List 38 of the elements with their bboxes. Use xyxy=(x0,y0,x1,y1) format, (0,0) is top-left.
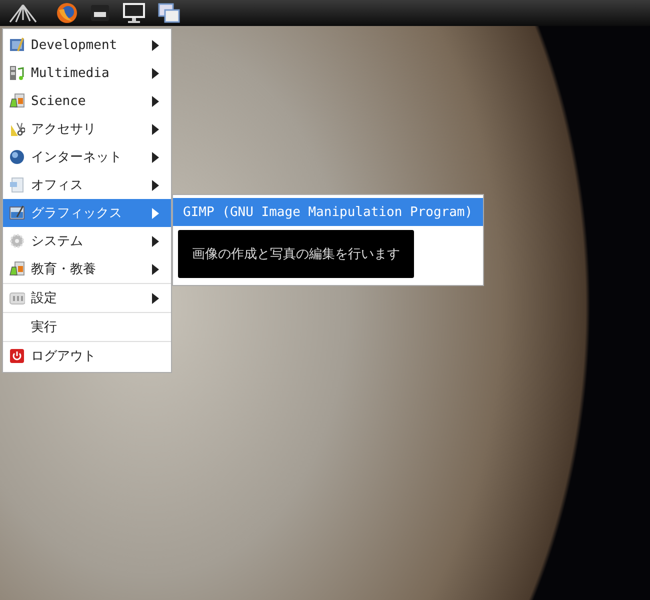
submenu-arrow-icon xyxy=(152,180,159,190)
tooltip: 画像の作成と写真の編集を行います xyxy=(178,230,414,278)
menu-item[interactable]: システム xyxy=(3,227,171,255)
menu-item[interactable]: 教育・教養 xyxy=(3,255,171,283)
menu-item[interactable]: グラフィックス xyxy=(3,199,171,227)
submenu-arrow-icon xyxy=(152,208,159,218)
browser-icon[interactable] xyxy=(56,2,78,24)
scissors-icon xyxy=(9,121,25,137)
submenu-arrow-icon xyxy=(152,236,159,246)
menu-item[interactable]: 設定 xyxy=(3,284,171,312)
submenu-arrow-icon xyxy=(152,68,159,78)
submenu-arrow-icon xyxy=(152,124,159,134)
switches-icon xyxy=(9,290,25,306)
menu-item[interactable]: 実行 xyxy=(3,313,171,341)
menu-item[interactable]: オフィス xyxy=(3,171,171,199)
submenu-arrow-icon xyxy=(152,264,159,274)
submenu-arrow-icon xyxy=(152,292,159,304)
menu-item[interactable]: アクセサリ xyxy=(3,115,171,143)
flask-icon xyxy=(9,261,25,277)
windows-icon[interactable] xyxy=(158,2,180,24)
terminal-icon[interactable] xyxy=(90,3,110,23)
globe-icon xyxy=(9,149,25,165)
film-music-icon xyxy=(9,65,25,81)
menu-item[interactable]: Multimedia xyxy=(3,59,171,87)
submenu-arrow-icon xyxy=(152,96,159,106)
menu-item[interactable]: ログアウト xyxy=(3,342,171,370)
menu-item[interactable]: インターネット xyxy=(3,143,171,171)
submenu-arrow-icon xyxy=(152,152,159,162)
monitor-icon[interactable] xyxy=(122,2,146,24)
submenu-arrow-icon xyxy=(152,40,159,50)
flask-icon xyxy=(9,93,25,109)
gear-icon xyxy=(9,233,25,249)
document-icon xyxy=(9,177,25,193)
menu-item[interactable]: GIMP (GNU Image Manipulation Program) xyxy=(173,198,483,226)
image-icon xyxy=(9,205,25,221)
menu-item[interactable]: Science xyxy=(3,87,171,115)
menu-item[interactable]: Development xyxy=(3,31,171,59)
power-icon xyxy=(9,348,25,364)
